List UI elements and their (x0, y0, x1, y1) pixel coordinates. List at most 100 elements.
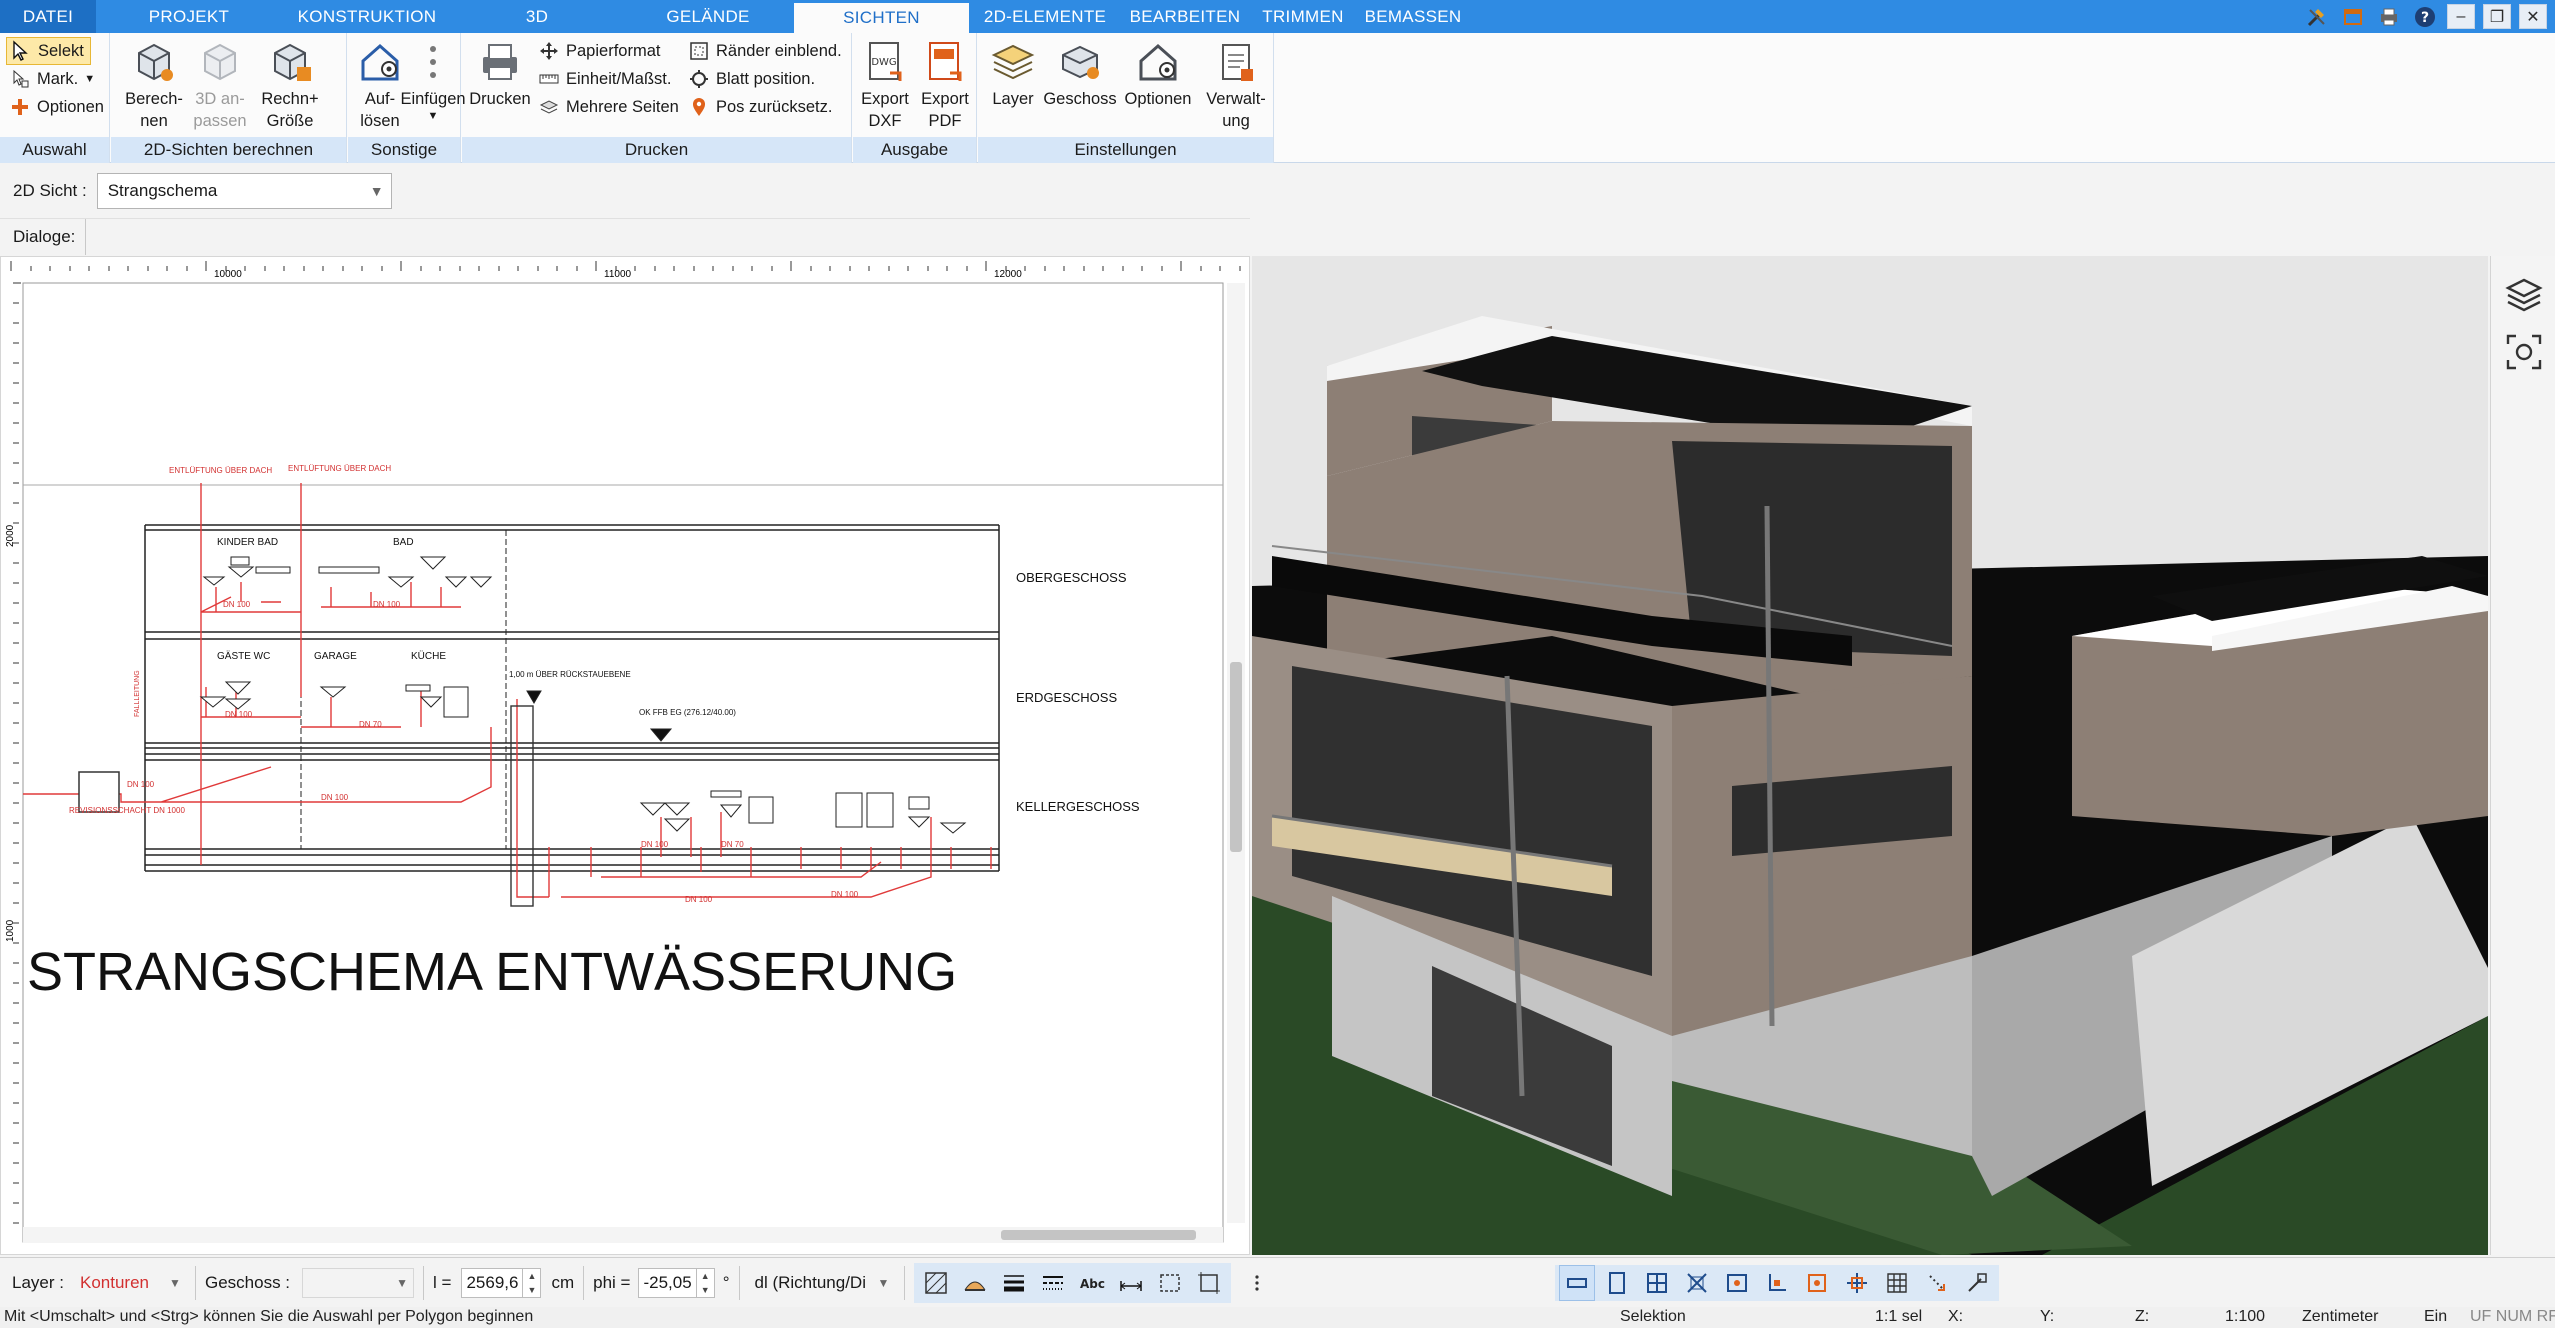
status-mode: Selektion (1620, 1308, 1686, 1325)
floor-select[interactable]: ▼ (302, 1267, 415, 1298)
printer-small-icon[interactable] (2375, 4, 2403, 29)
floor-label-kg: KELLERGESCHOSS (1016, 799, 1140, 814)
horizontal-scrollbar-thumb[interactable] (1001, 1230, 1196, 1240)
group-2d-sichten: Berech- nen 3D an- passen Rechn+ Größe 2… (111, 33, 347, 163)
length-spinner-icon[interactable]: ▲ ▼ (522, 1268, 540, 1297)
phi-spinner-icon[interactable]: ▲ ▼ (695, 1268, 714, 1297)
fill-tool-button[interactable] (957, 1265, 993, 1301)
plus-icon (12, 99, 28, 115)
corner-icon (1769, 1274, 1786, 1291)
tools-icon[interactable] (2303, 4, 2331, 29)
export-pdf-button[interactable]: Export PDF (915, 37, 975, 132)
minimize-button[interactable]: – (2447, 4, 2475, 29)
tab-3d[interactable]: 3D (452, 0, 622, 33)
calc-button[interactable]: Berech- nen (123, 37, 185, 132)
unit-scale-button[interactable]: Einheit/Maßst. (538, 65, 671, 93)
line-thickness-button[interactable] (996, 1265, 1032, 1301)
length-input[interactable]: 2569,6 ▲ ▼ (461, 1267, 542, 1298)
stack-icon (2505, 278, 2543, 312)
view-dots-button[interactable] (1919, 1265, 1955, 1301)
view-raster-button[interactable] (1879, 1265, 1915, 1301)
restore-button[interactable]: ❐ (2483, 4, 2511, 29)
select-button[interactable]: Selekt (6, 37, 91, 65)
tab-2d-elemente[interactable]: 2D-ELEMENTE (969, 0, 1121, 33)
phi-field: phi = -25,05 ▲ ▼ ° (593, 1266, 730, 1300)
insert-button[interactable]: Einfügen ▼ (400, 37, 466, 122)
hatch-tool-button[interactable] (918, 1265, 954, 1301)
dimension-tool-button[interactable] (1113, 1265, 1149, 1301)
help-icon[interactable]: ? (2411, 4, 2439, 29)
view-image-button[interactable] (1719, 1265, 1755, 1301)
tab-projekt[interactable]: PROJEKT (96, 0, 282, 33)
view-select[interactable]: Strangschema ▼ (96, 173, 392, 209)
cube-calc-icon (138, 43, 173, 81)
sheet-position-button[interactable]: Blatt position. (688, 65, 815, 93)
view-snap-button[interactable] (1839, 1265, 1875, 1301)
dialog-row: Dialoge: (0, 218, 1250, 255)
ruler-icon (539, 74, 559, 84)
frame-tool-button[interactable] (1152, 1265, 1188, 1301)
floor-field: Geschoss : ▼ (205, 1266, 415, 1300)
view-page-button[interactable] (1599, 1265, 1635, 1301)
calc-size-button[interactable]: Rechn+ Größe (255, 37, 325, 132)
show-margins-button[interactable]: Ränder einblend. (688, 37, 842, 65)
focus-icon (2506, 334, 2542, 370)
layer-select[interactable]: Konturen ▼ (74, 1268, 186, 1298)
options-auswahl-button[interactable]: Optionen (9, 93, 104, 121)
tab-konstruktion[interactable]: KONSTRUKTION (282, 0, 452, 33)
plan-icon (1567, 1278, 1587, 1288)
print-button[interactable]: Drucken (468, 37, 532, 110)
view-corner-button[interactable] (1759, 1265, 1795, 1301)
settings-options-button[interactable]: Optionen (1120, 37, 1196, 110)
layer-button[interactable]: Layer (988, 37, 1038, 110)
window-tile-icon[interactable] (2339, 4, 2367, 29)
tab-trimmen[interactable]: TRIMMEN (1249, 0, 1357, 33)
view-select-arrow-button[interactable] (1959, 1265, 1995, 1301)
fit-view-button[interactable] (2500, 328, 2548, 376)
view-target-button[interactable] (1799, 1265, 1835, 1301)
ruler-left-ticks (13, 282, 21, 1224)
multiple-pages-button[interactable]: Mehrere Seiten (538, 93, 679, 121)
drawing-title: STRANGSCHEMA ENTWÄSSERUNG (27, 942, 957, 1002)
tab-sichten[interactable]: SICHTEN (794, 0, 969, 33)
more-options-button[interactable] (1239, 1265, 1275, 1301)
rect-corner-icon (1197, 1271, 1220, 1294)
view-3d-pane[interactable] (1252, 256, 2488, 1255)
line-style-button[interactable] (1035, 1265, 1071, 1301)
adjust-3d-button[interactable]: 3D an- passen (189, 37, 251, 132)
admin-button[interactable]: Verwalt- ung (1202, 37, 1270, 132)
view-plan-button[interactable] (1559, 1265, 1595, 1301)
drawing-canvas[interactable]: 10000 11000 12000 2000 1000 ENTLÜFTUNG Ü… (1, 257, 1250, 1255)
rect-tool-button[interactable] (1191, 1265, 1227, 1301)
status-scale: 1:100 (2225, 1308, 2266, 1325)
tab-datei[interactable]: DATEI (0, 0, 96, 33)
text-tool-button[interactable]: Abc (1074, 1265, 1110, 1301)
tab-bearbeiten[interactable]: BEARBEITEN (1121, 0, 1249, 33)
view-grid-button[interactable] (1639, 1265, 1675, 1301)
dissolve-button[interactable]: Auf- lösen (356, 37, 404, 132)
tab-gelaende[interactable]: GELÄNDE (622, 0, 794, 33)
view-section-button[interactable] (1679, 1265, 1715, 1301)
ruler-label-1000: 1000 (5, 919, 16, 942)
floor-button[interactable]: Geschoss (1043, 37, 1117, 110)
pipe-label-6: DN 100 (685, 895, 713, 904)
input-mode-select[interactable]: dl (Richtung/Di ▼ (749, 1268, 895, 1298)
layers-toggle-button[interactable] (2500, 270, 2548, 318)
pipe-label-8: DN 70 (721, 840, 744, 849)
vertical-scrollbar-thumb[interactable] (1230, 662, 1242, 852)
export-dxf-button[interactable]: DWG Export DXF (855, 37, 915, 132)
close-button[interactable]: ✕ (2519, 4, 2547, 29)
tab-bemassen[interactable]: BEMASSEN (1357, 0, 1469, 33)
position-reset-button[interactable]: Pos zurücksetz. (688, 93, 832, 121)
backflow-note: 1,00 m ÜBER RÜCKSTAUEBENE (509, 670, 631, 679)
mark-button[interactable]: Mark. ▼ (9, 65, 95, 93)
room-label-kinderbad: KINDER BAD (217, 537, 278, 548)
house-3d-render[interactable] (1252, 256, 2488, 1255)
pipe-label-4: DN 70 (359, 720, 382, 729)
phi-input[interactable]: -25,05 ▲ ▼ (638, 1267, 715, 1298)
pipe-label-3: DN 100 (225, 710, 253, 719)
drawing-2d-pane[interactable]: 10000 11000 12000 2000 1000 ENTLÜFTUNG Ü… (0, 256, 1250, 1255)
paper-format-button[interactable]: Papierformat (538, 37, 660, 65)
fixtures (199, 556, 967, 834)
crosshair-icon (690, 70, 708, 88)
